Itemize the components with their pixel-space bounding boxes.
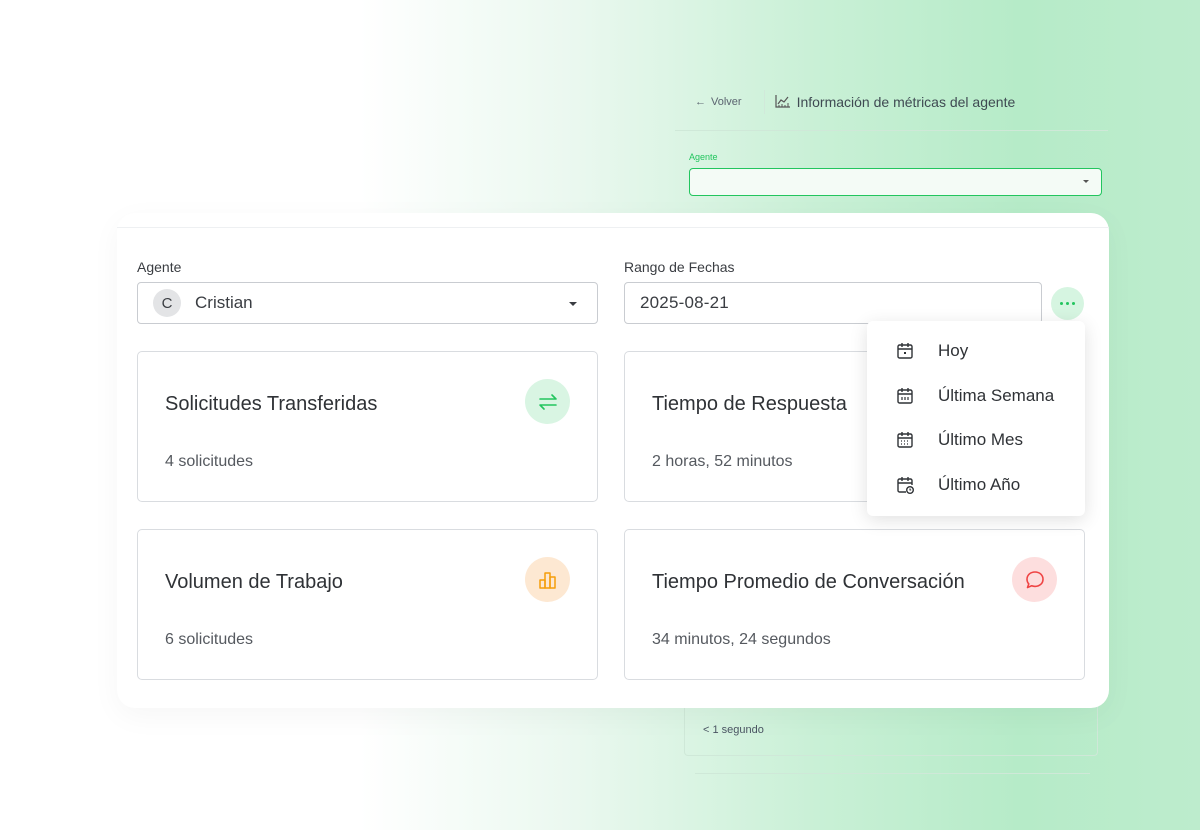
date-range-input[interactable]: 2025-08-21 (624, 282, 1042, 324)
page-title: Información de métricas del agente (774, 94, 1016, 111)
card-value: 34 minutos, 24 segundos (652, 631, 831, 648)
date-options-button[interactable] (1051, 287, 1084, 320)
card-title: Tiempo de Respuesta (652, 393, 847, 415)
back-link[interactable]: ← Volver (695, 96, 742, 108)
card-title: Volumen de Trabajo (165, 571, 343, 593)
back-label: Volver (711, 96, 742, 108)
calendar-week-icon (895, 386, 915, 406)
menu-item-last-month[interactable]: Último Mes (867, 418, 1085, 463)
card-title: Tiempo Promedio de Conversación (652, 571, 965, 593)
more-dots-icon (1066, 302, 1069, 305)
chevron-down-icon (1083, 180, 1089, 183)
calendar-month-icon (895, 430, 915, 450)
card-title: Solicitudes Transferidas (165, 393, 378, 415)
card-value: 4 solicitudes (165, 453, 254, 470)
transfer-arrows-icon (525, 379, 570, 424)
metric-card-transferred: Solicitudes Transferidas 4 solicitudes (137, 351, 598, 502)
page-title-text: Información de métricas del agente (796, 94, 1016, 110)
calendar-day-icon (895, 341, 915, 361)
card-value: 2 horas, 52 minutos (652, 453, 793, 470)
bg-agent-select[interactable] (689, 168, 1102, 196)
metric-card-workload: Volumen de Trabajo 6 solicitudes (137, 529, 598, 680)
date-range-label: Rango de Fechas (624, 259, 735, 275)
header-divider (763, 90, 765, 114)
menu-item-label: Último Mes (938, 430, 1024, 450)
line-chart-icon (774, 94, 791, 111)
chevron-down-icon (569, 302, 577, 306)
menu-item-label: Hoy (938, 341, 969, 361)
bg-divider (695, 773, 1090, 774)
card-value: 6 solicitudes (165, 631, 254, 648)
agent-select[interactable]: C Cristian (137, 282, 598, 324)
menu-item-today[interactable]: Hoy (867, 329, 1085, 374)
arrow-left-icon: ← (695, 96, 706, 108)
header-divider-line (675, 130, 1108, 131)
background-header: ← Volver Información de métricas del age… (695, 90, 1015, 114)
calendar-clock-icon (895, 475, 915, 495)
menu-item-label: Último Año (938, 474, 1021, 494)
bg-metric-card: < 1 segundo (684, 700, 1098, 756)
avatar: C (153, 289, 181, 317)
more-dots-icon (1072, 302, 1075, 305)
agent-field-label: Agente (137, 259, 182, 275)
agent-select-value: Cristian (195, 293, 253, 312)
date-range-value: 2025-08-21 (640, 293, 729, 312)
menu-item-last-week[interactable]: Última Semana (867, 374, 1085, 419)
menu-item-label: Última Semana (938, 385, 1055, 405)
metric-card-avg-conversation: Tiempo Promedio de Conversación 34 minut… (624, 529, 1085, 680)
date-range-menu: Hoy Última Semana Último Mes Último Año (867, 321, 1085, 516)
panel-top-divider (117, 227, 1109, 228)
bg-agent-label: Agente (689, 152, 718, 162)
bar-chart-icon (525, 557, 570, 602)
more-dots-icon (1060, 302, 1063, 305)
bg-metric-value: < 1 segundo (703, 724, 764, 736)
menu-item-last-year[interactable]: Último Año (867, 463, 1085, 508)
chat-bubble-icon (1012, 557, 1057, 602)
